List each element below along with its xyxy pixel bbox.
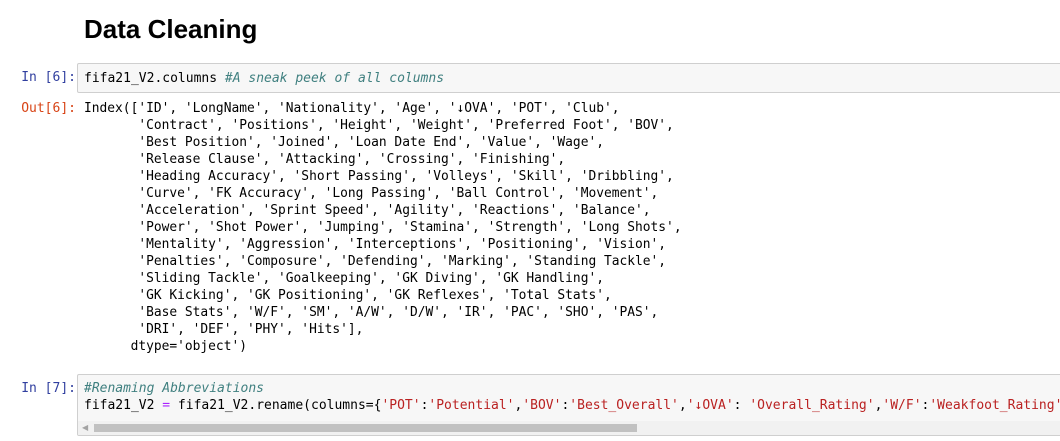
code-punct: , bbox=[678, 398, 687, 413]
code-string: '↓OVA' bbox=[686, 398, 734, 413]
input-prompt-7: In [7]: bbox=[21, 381, 76, 396]
code-text: fifa21_V2.columns bbox=[84, 71, 218, 86]
code-string: 'BOV' bbox=[522, 398, 562, 413]
code-string: 'W/F' bbox=[882, 398, 922, 413]
code-comment: #A sneak peek of all columns bbox=[224, 71, 445, 86]
scroll-thumb[interactable] bbox=[94, 424, 637, 432]
code-cell-6[interactable]: fifa21_V2.columns #A sneak peek of all c… bbox=[77, 63, 1060, 93]
scroll-left-icon[interactable]: ◀ bbox=[82, 423, 88, 432]
code-cell-7[interactable]: #Renaming Abbreviations fifa21_V2 = fifa… bbox=[77, 374, 1060, 436]
code-text: fifa21_V2 bbox=[84, 398, 163, 413]
cell-output-6: Index(['ID', 'LongName', 'Nationality', … bbox=[84, 101, 682, 354]
input-prompt-6: In [6]: bbox=[21, 70, 76, 85]
code-string: 'Potential' bbox=[428, 398, 515, 413]
code-text: fifa21_V2.rename(columns={ bbox=[170, 398, 382, 413]
section-heading: Data Cleaning bbox=[84, 14, 258, 44]
code-string: 'Best_Overall' bbox=[569, 398, 679, 413]
code-comment: #Renaming Abbreviations bbox=[84, 381, 265, 396]
code-string: 'POT' bbox=[381, 398, 421, 413]
code-string: 'Overall_Rating' bbox=[749, 398, 875, 413]
output-prompt-6: Out[6]: bbox=[21, 101, 76, 116]
code-string: 'Weakfoot_Rating' bbox=[929, 398, 1060, 413]
code-line: fifa21_V2.columns #A sneak peek of all c… bbox=[84, 70, 1060, 87]
horizontal-scrollbar[interactable]: ◀ bbox=[78, 421, 1060, 435]
code-line: fifa21_V2 = fifa21_V2.rename(columns={'P… bbox=[84, 397, 1060, 414]
code-operator: = bbox=[162, 398, 171, 413]
code-punct: : bbox=[733, 398, 750, 413]
